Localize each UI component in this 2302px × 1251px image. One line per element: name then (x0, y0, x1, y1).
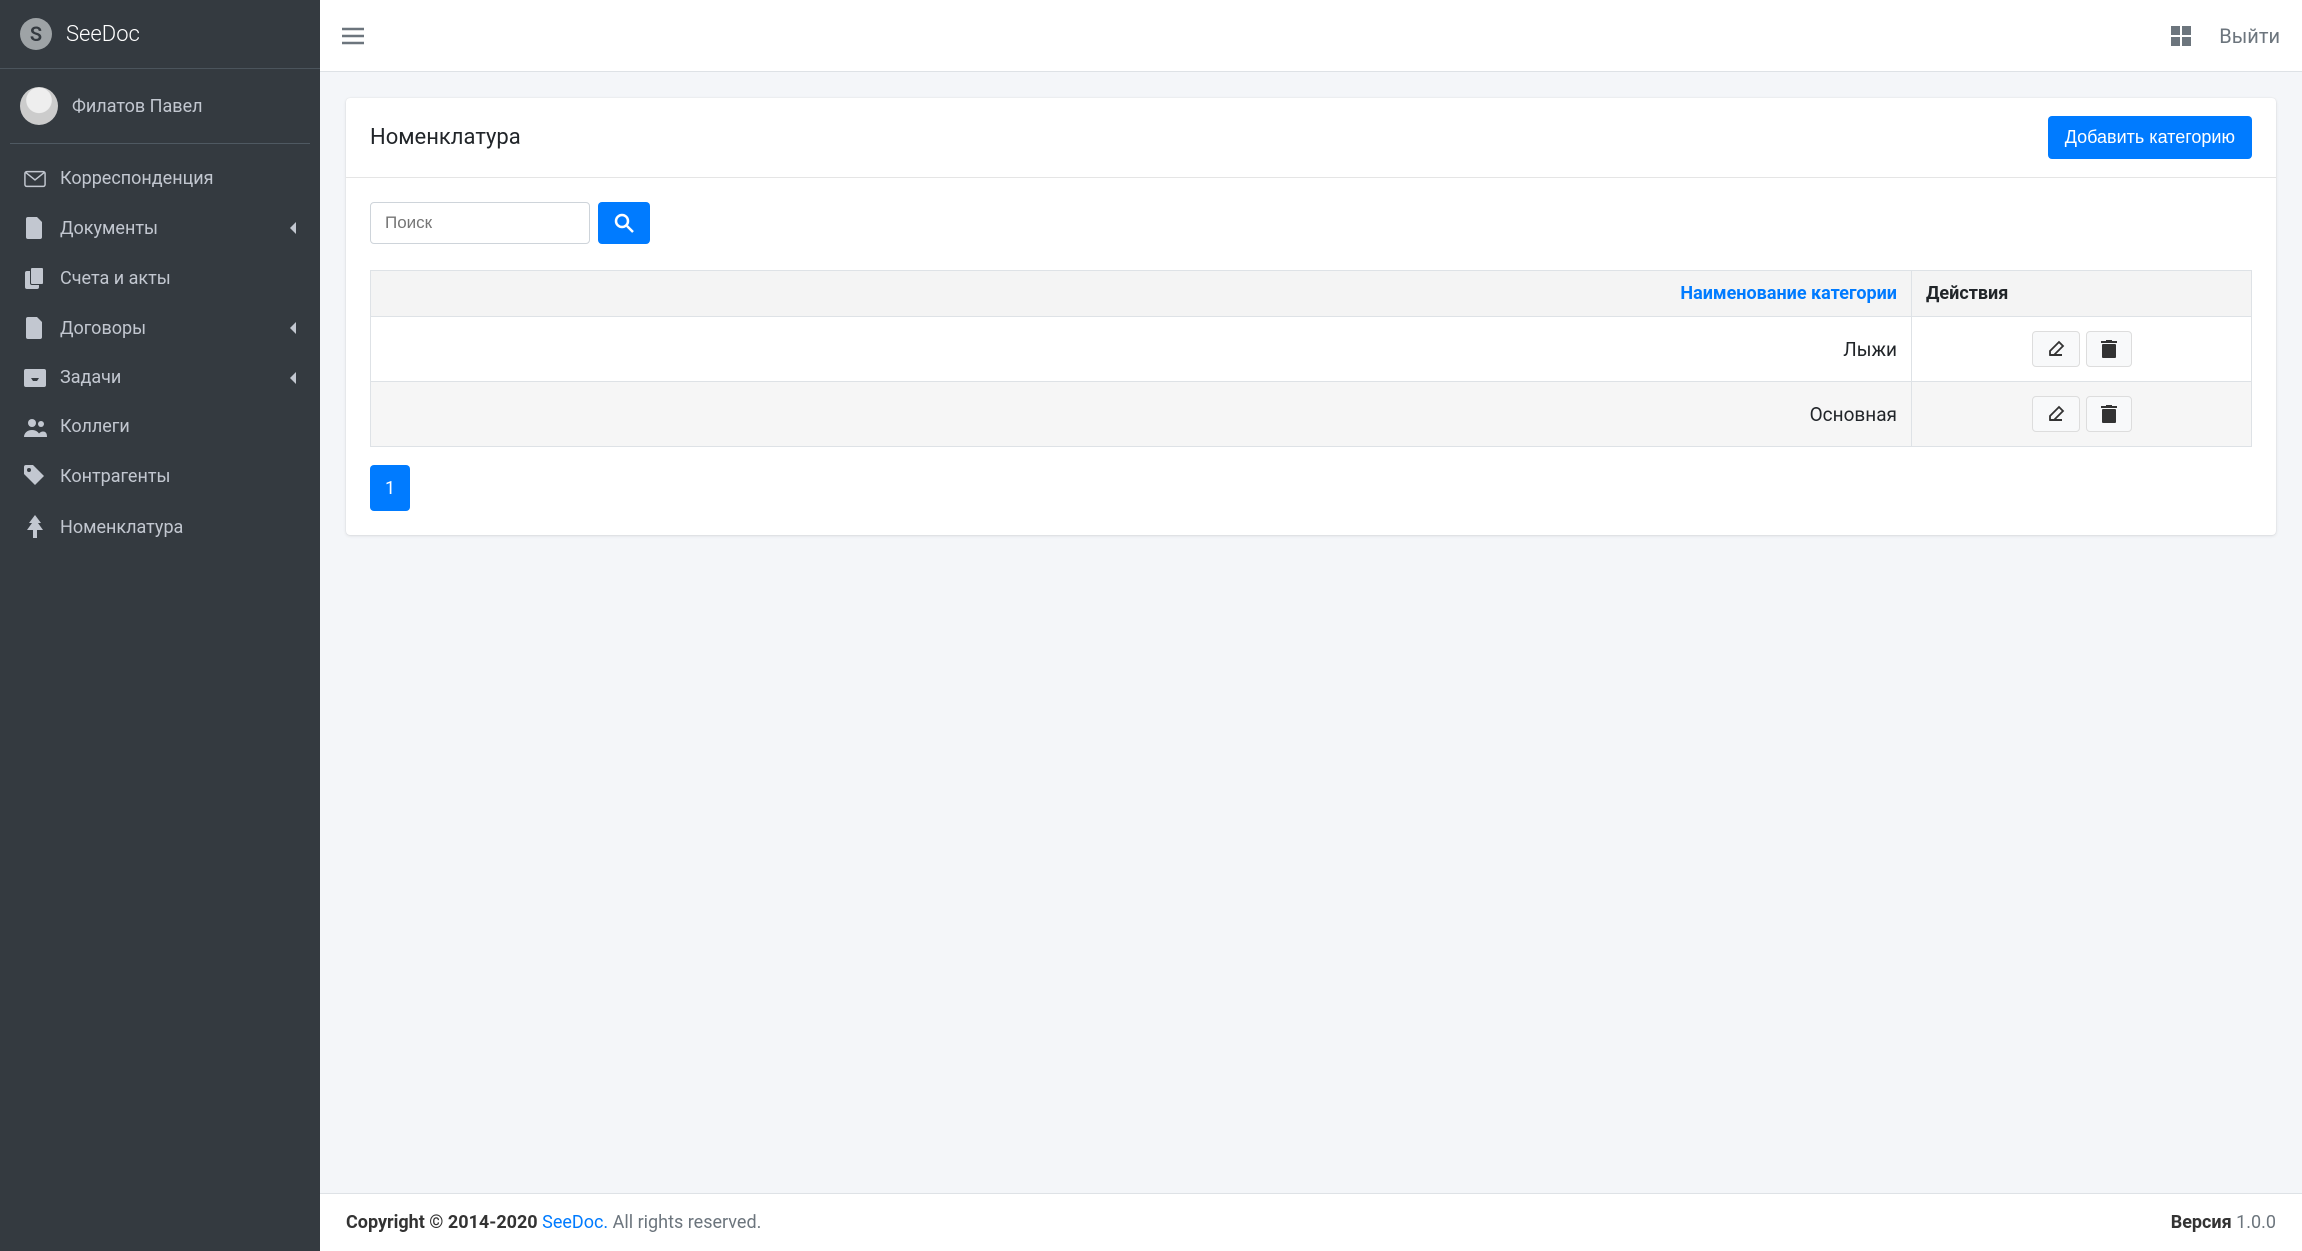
chevron-left-icon (288, 371, 298, 385)
sidebar-item-invoices[interactable]: Счета и акты (8, 253, 312, 303)
sidebar-item-label: Договоры (60, 318, 288, 339)
sidebar-item-label: Корреспонденция (60, 168, 298, 189)
inbox-icon (22, 369, 48, 387)
brand[interactable]: S SeeDoc (0, 0, 320, 69)
sidebar-item-tasks[interactable]: Задачи (8, 353, 312, 402)
column-actions-header: Действия (1912, 271, 2252, 317)
trash-icon (2101, 405, 2117, 423)
sidebar-item-correspondence[interactable]: Корреспонденция (8, 154, 312, 203)
sidebar-item-label: Номенклатура (60, 517, 298, 538)
sidebar-item-nomenclature[interactable]: Номенклатура (8, 501, 312, 553)
sidebar-nav: Корреспонденция Документы Счета и акты (0, 144, 320, 563)
user-name: Филатов Павел (72, 96, 203, 117)
logout-link[interactable]: Выйти (2219, 24, 2280, 48)
edit-button[interactable] (2032, 396, 2080, 432)
trash-icon (2101, 340, 2117, 358)
footer-brand-link[interactable]: SeeDoc. (542, 1212, 608, 1233)
envelope-icon (22, 170, 48, 188)
sidebar-item-counterparties[interactable]: Контрагенты (8, 451, 312, 501)
card: Номенклатура Добавить категорию (346, 98, 2276, 535)
categories-table: Наименование категории Действия Лыжи (370, 270, 2252, 447)
user-panel[interactable]: Филатов Павел (10, 69, 310, 144)
sidebar-item-label: Контрагенты (60, 466, 298, 487)
actions-cell (1912, 317, 2252, 382)
file-icon (22, 217, 48, 239)
sidebar-item-label: Счета и акты (60, 268, 298, 289)
edit-icon (2047, 340, 2065, 358)
card-header: Номенклатура Добавить категорию (346, 98, 2276, 178)
sidebar-item-label: Задачи (60, 367, 288, 388)
search-input[interactable] (370, 202, 590, 244)
card-body: Наименование категории Действия Лыжи (346, 178, 2276, 535)
top-navbar: Выйти (320, 0, 2302, 72)
page-1-button[interactable]: 1 (370, 465, 410, 511)
tree-icon (22, 515, 48, 539)
delete-button[interactable] (2086, 331, 2132, 367)
search-button[interactable] (598, 202, 650, 244)
sidebar-item-label: Коллеги (60, 416, 298, 437)
tag-icon (22, 465, 48, 487)
content: Выйти Номенклатура Добавить категорию (320, 0, 2302, 1251)
copyright: Copyright © 2014-2020 SeeDoc. All rights… (346, 1212, 761, 1233)
sidebar: S SeeDoc Филатов Павел Корреспонденция Д… (0, 0, 320, 1251)
page-title: Номенклатура (370, 125, 521, 150)
column-name-header[interactable]: Наименование категории (371, 271, 1912, 317)
search-row (370, 202, 2252, 244)
category-name-cell: Основная (371, 382, 1912, 447)
apps-icon[interactable] (2171, 26, 2191, 46)
chevron-left-icon (288, 321, 298, 335)
add-category-button[interactable]: Добавить категорию (2048, 116, 2252, 159)
sidebar-item-colleagues[interactable]: Коллеги (8, 402, 312, 451)
actions-cell (1912, 382, 2252, 447)
copy-icon (22, 267, 48, 289)
edit-button[interactable] (2032, 331, 2080, 367)
pagination: 1 (370, 465, 2252, 511)
brand-logo: S (20, 18, 52, 50)
footer: Copyright © 2014-2020 SeeDoc. All rights… (320, 1193, 2302, 1251)
edit-icon (2047, 405, 2065, 423)
category-name-cell: Лыжи (371, 317, 1912, 382)
sidebar-item-documents[interactable]: Документы (8, 203, 312, 253)
hamburger-icon[interactable] (342, 27, 364, 45)
search-icon (614, 213, 634, 233)
main: Номенклатура Добавить категорию (320, 72, 2302, 1193)
version: Версия 1.0.0 (2171, 1212, 2276, 1233)
avatar (20, 87, 58, 125)
chevron-left-icon (288, 221, 298, 235)
sidebar-item-contracts[interactable]: Договоры (8, 303, 312, 353)
sidebar-item-label: Документы (60, 218, 288, 239)
delete-button[interactable] (2086, 396, 2132, 432)
users-icon (22, 417, 48, 437)
brand-name: SeeDoc (66, 22, 140, 47)
table-row: Основная (371, 382, 2252, 447)
file-icon (22, 317, 48, 339)
table-row: Лыжи (371, 317, 2252, 382)
